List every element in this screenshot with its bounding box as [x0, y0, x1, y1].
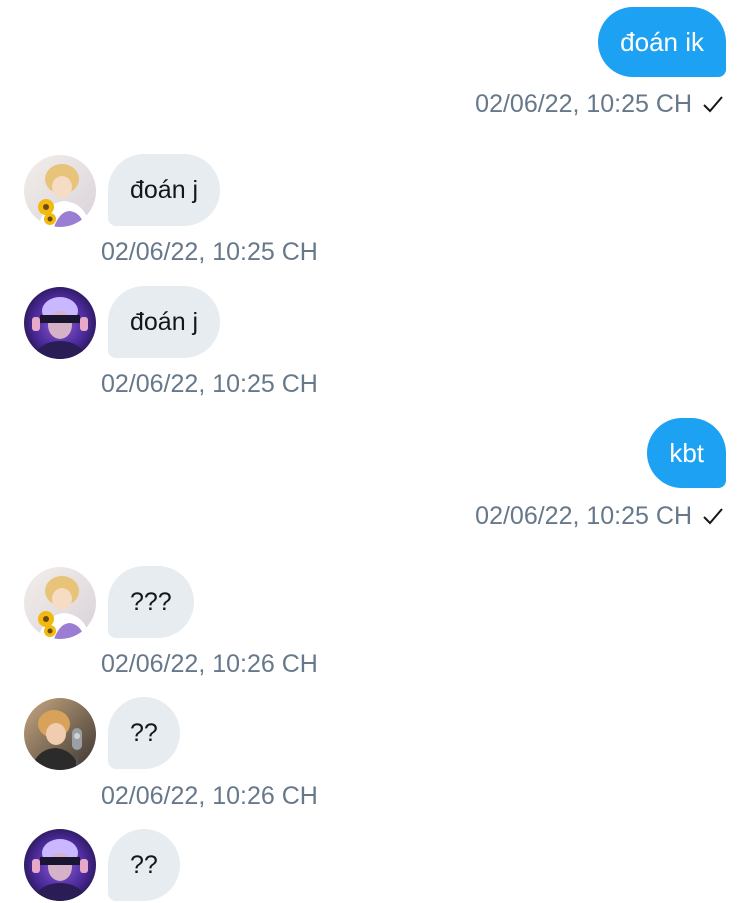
message-incoming: ??: [0, 0, 750, 903]
avatar[interactable]: [24, 829, 96, 901]
avatar-purple-blindfold-icon: [24, 829, 96, 901]
message-thread: đoán ik 02/06/22, 10:25 CH đoán j 02/06/…: [0, 0, 750, 903]
message-text: ??: [130, 851, 158, 879]
message-bubble[interactable]: ??: [108, 829, 180, 901]
